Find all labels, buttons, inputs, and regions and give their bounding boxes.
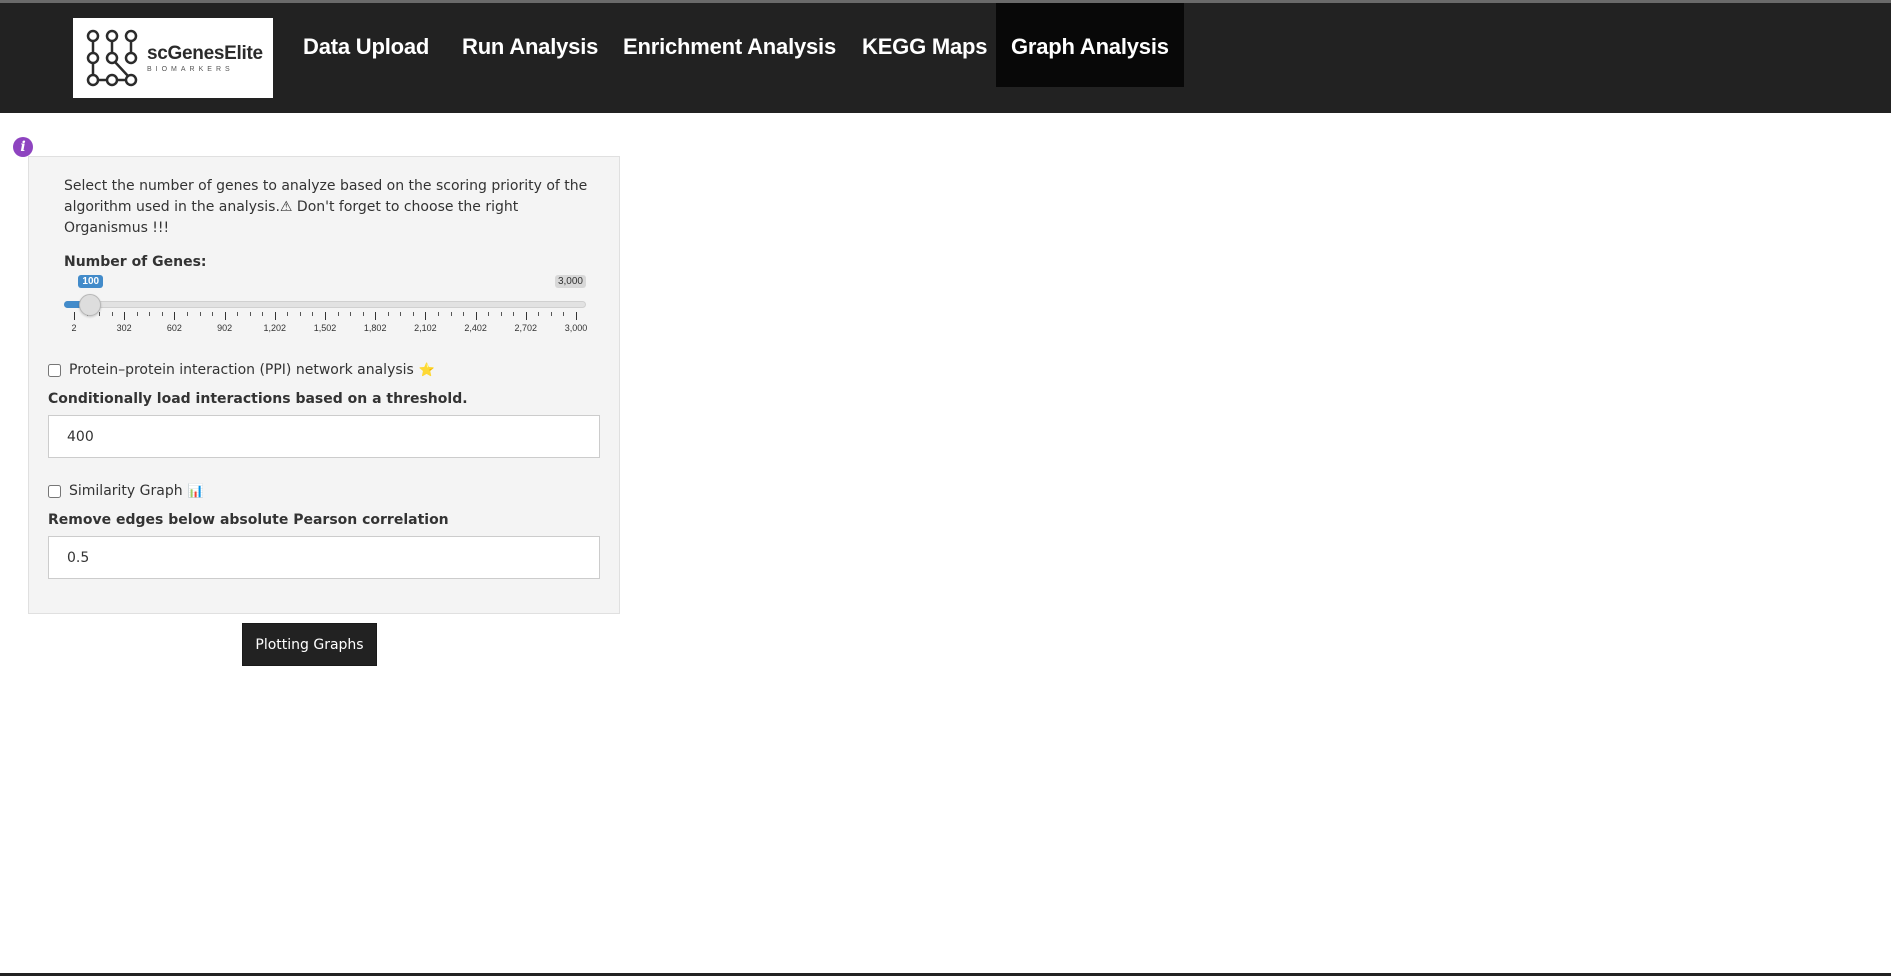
slider-minor-tick — [412, 312, 414, 316]
similarity-label: Similarity Graph — [69, 483, 183, 499]
slider-minor-tick — [299, 312, 301, 316]
nav-run-analysis[interactable]: Run Analysis — [447, 3, 613, 87]
navbar: scGenesElite BIOMARKERS Data Upload Run … — [0, 3, 1891, 113]
genes-label: Number of Genes: — [64, 254, 207, 270]
ppi-label: Protein–protein interaction (PPI) networ… — [69, 362, 414, 378]
similarity-checkbox[interactable] — [48, 484, 61, 498]
slider-tick-label: 2,702 — [514, 323, 538, 333]
slider-tick — [375, 312, 377, 320]
threshold-input[interactable] — [48, 415, 600, 458]
slider-tick — [124, 312, 126, 320]
slider-minor-tick — [450, 312, 452, 316]
logo-name: scGenesElite — [147, 43, 263, 64]
slider-track[interactable] — [64, 301, 586, 308]
slider-tick — [274, 312, 276, 320]
slider-minor-tick — [400, 312, 402, 316]
panel-description: Select the number of genes to analyze ba… — [64, 178, 588, 236]
slider-tick-label: 302 — [116, 323, 132, 333]
ppi-checkbox-row[interactable]: Protein–protein interaction (PPI) networ… — [48, 362, 435, 378]
slider-minor-tick — [500, 312, 502, 316]
slider-minor-tick — [550, 312, 552, 316]
slider-minor-tick — [437, 312, 439, 316]
slider-minor-tick — [513, 312, 515, 316]
threshold-label: Conditionally load interactions based on… — [48, 391, 468, 407]
slider-minor-tick — [237, 312, 239, 316]
genes-slider[interactable]: 100 3,000 2 302 602 902 1,202 1,502 1,802 2,102… — [64, 275, 588, 335]
slider-max-badge: 3,000 — [554, 275, 586, 288]
slider-minor-tick — [337, 312, 339, 316]
slider-tick — [224, 312, 226, 320]
ppi-checkbox[interactable] — [48, 363, 61, 377]
slider-minor-tick — [350, 312, 352, 316]
slider-tick — [174, 312, 176, 320]
settings-panel: Select the number of genes to analyze ba… — [28, 156, 620, 614]
slider-tick-label: 2,102 — [414, 323, 437, 333]
slider-minor-tick — [149, 312, 151, 316]
slider-tick-label: 602 — [166, 323, 182, 333]
slider-minor-tick — [387, 312, 389, 316]
slider-minor-tick — [199, 312, 201, 316]
slider-minor-tick — [186, 312, 188, 316]
slider-tick-label: 902 — [217, 323, 233, 333]
slider-minor-tick — [262, 312, 264, 316]
slider-tick-label: 2 — [71, 323, 77, 333]
logo-subtitle: BIOMARKERS — [147, 66, 234, 73]
slider-minor-tick — [99, 312, 101, 316]
slider-tick — [425, 312, 427, 320]
slider-tick-label: 1,502 — [313, 323, 337, 333]
slider-minor-tick — [362, 312, 364, 316]
slider-tick-label: 1,202 — [263, 323, 287, 333]
slider-minor-tick — [136, 312, 138, 316]
slider-minor-tick — [463, 312, 465, 316]
slider-tick — [576, 312, 577, 320]
slider-tick — [525, 312, 527, 320]
slider-tick-label: 3,000 — [564, 323, 588, 333]
slider-tick — [325, 312, 326, 320]
slider-handle[interactable] — [79, 294, 102, 316]
similarity-checkbox-row[interactable]: Similarity Graph 📊 — [48, 483, 204, 499]
nav-kegg-maps[interactable]: KEGG Maps — [847, 3, 1002, 87]
slider-minor-tick — [538, 312, 540, 316]
app-logo[interactable]: scGenesElite BIOMARKERS — [73, 18, 273, 98]
plotting-graphs-button[interactable]: Plotting Graphs — [242, 623, 377, 666]
network-logo-icon — [86, 29, 138, 87]
slider-minor-tick — [212, 312, 214, 316]
bar-chart-icon: 📊 — [187, 483, 204, 499]
nav-data-upload[interactable]: Data Upload — [288, 3, 444, 87]
slider-tick — [475, 312, 477, 320]
slider-minor-tick — [161, 312, 163, 316]
slider-minor-tick — [287, 312, 289, 316]
slider-tick-label: 1,802 — [363, 323, 387, 333]
slider-value-badge: 100 — [78, 275, 104, 288]
slider-minor-tick — [111, 312, 113, 316]
info-icon[interactable]: i — [13, 137, 33, 157]
pearson-input[interactable] — [48, 536, 600, 579]
star-icon: ⭐ — [418, 362, 436, 378]
pearson-label: Remove edges below absolute Pearson corr… — [48, 512, 449, 528]
nav-enrichment-analysis[interactable]: Enrichment Analysis — [608, 3, 851, 87]
slider-minor-tick — [563, 312, 565, 316]
slider-minor-tick — [249, 312, 251, 316]
nav-graph-analysis[interactable]: Graph Analysis — [996, 3, 1184, 87]
slider-tick-label: 2,402 — [464, 323, 487, 333]
slider-minor-tick — [312, 312, 314, 316]
slider-tick — [74, 312, 75, 320]
slider-minor-tick — [488, 312, 490, 316]
